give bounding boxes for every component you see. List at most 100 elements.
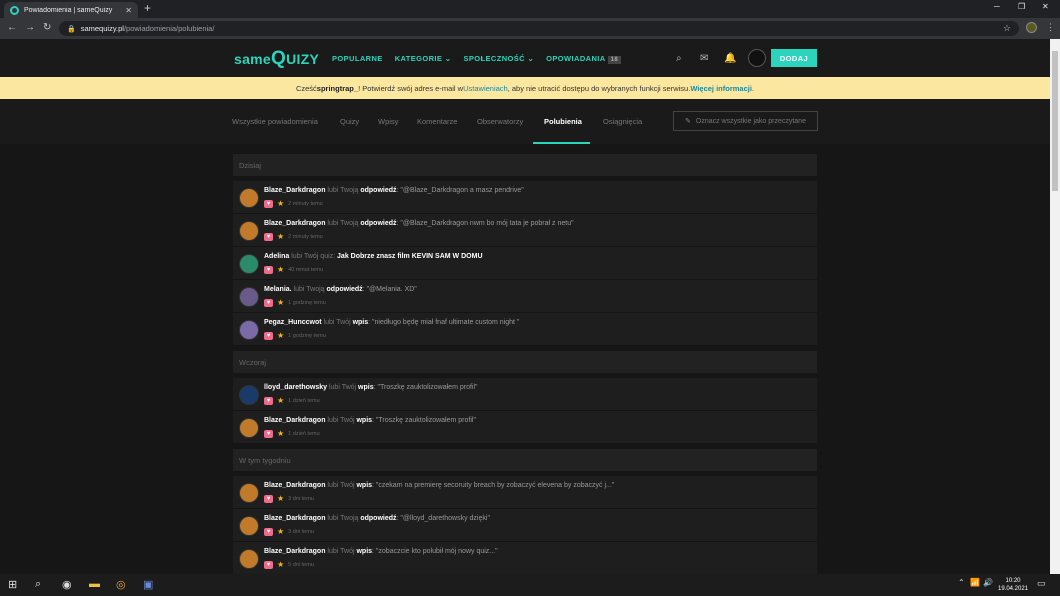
scrollbar-thumb[interactable] xyxy=(1052,51,1058,191)
user-avatar-icon[interactable] xyxy=(239,549,259,569)
close-tab-icon[interactable]: ✕ xyxy=(125,6,132,15)
site-logo[interactable]: sameQUIZY xyxy=(234,48,319,70)
section-header: Dzisiaj xyxy=(233,154,817,176)
notification-target[interactable]: wpis xyxy=(356,548,372,555)
page-scrollbar[interactable] xyxy=(1050,39,1060,574)
notification-row[interactable]: Adelina lubi Twój quiz: Jak Dobrze znasz… xyxy=(233,247,817,280)
tray-chevron-icon[interactable]: ⌃ xyxy=(958,578,965,587)
add-button[interactable]: DODAJ xyxy=(771,49,817,67)
taskbar-clock[interactable]: 10:20 19.04.2021 xyxy=(998,577,1028,593)
notification-user[interactable]: Blaze_Darkdragon xyxy=(264,187,325,194)
user-avatar-icon[interactable] xyxy=(239,385,259,405)
browser-toolbar: ← → ↻ 🔒 samequizy.pl /powiadomienia/polu… xyxy=(0,18,1060,39)
back-icon[interactable]: ← xyxy=(7,22,17,33)
restore-icon[interactable]: ❐ xyxy=(1018,2,1025,11)
user-avatar-icon[interactable] xyxy=(239,418,259,438)
tab-wpisy[interactable]: Wpisy xyxy=(378,117,398,126)
file-explorer-icon[interactable]: ▬ xyxy=(89,578,100,590)
notification-user[interactable]: Blaze_Darkdragon xyxy=(264,220,325,227)
notification-text: Melania. lubi Twoją odpowiedź: "@Melania… xyxy=(264,286,417,293)
notifications-icon[interactable]: ▭ xyxy=(1037,578,1046,589)
bell-icon[interactable]: 🔔 xyxy=(724,53,736,64)
user-avatar-icon[interactable] xyxy=(239,254,259,274)
tab-wszystkie[interactable]: Wszystkie powiadomienia xyxy=(232,117,318,126)
nav-kategorie[interactable]: KATEGORIE ⌄ xyxy=(395,54,452,63)
url-host: samequizy.pl xyxy=(80,24,124,33)
notifications-list: Dzisiaj Blaze_Darkdragon lubi Twoją odpo… xyxy=(233,154,817,575)
notification-row[interactable]: Melania. lubi Twoją odpowiedź: "@Melania… xyxy=(233,280,817,313)
notification-user[interactable]: Melania. xyxy=(264,286,292,293)
notification-target[interactable]: odpowiedź xyxy=(327,286,363,293)
user-avatar-icon[interactable] xyxy=(239,221,259,241)
address-bar[interactable]: 🔒 samequizy.pl /powiadomienia/polubienia… xyxy=(59,21,1019,36)
tab-obserwatorzy[interactable]: Obserwatorzy xyxy=(477,117,523,126)
tab-komentarze[interactable]: Komentarze xyxy=(417,117,457,126)
notification-text: Adelina lubi Twój quiz: Jak Dobrze znasz… xyxy=(264,253,483,260)
tab-osiagniecia[interactable]: Osiągnięcia xyxy=(603,117,642,126)
steam-icon[interactable]: ◉ xyxy=(62,578,72,591)
nav-spolecznosc[interactable]: SPOŁECZNOŚĆ ⌄ xyxy=(464,54,535,63)
notification-target[interactable]: wpis xyxy=(356,417,372,424)
minimize-icon[interactable]: ─ xyxy=(994,2,1000,11)
more-info-link[interactable]: Więcej informacji xyxy=(690,84,752,93)
mark-all-read-button[interactable]: ✎ Oznacz wszystkie jako przeczytane xyxy=(673,111,818,131)
settings-link[interactable]: Ustawieniach xyxy=(463,84,508,93)
notification-user[interactable]: lloyd_darethowsky xyxy=(264,384,327,391)
notification-row[interactable]: Blaze_Darkdragon lubi Twój wpis: "Troszk… xyxy=(233,411,817,444)
notification-text: Blaze_Darkdragon lubi Twoją odpowiedź: "… xyxy=(264,515,490,522)
close-window-icon[interactable]: ✕ xyxy=(1042,2,1049,11)
bookmark-star-icon[interactable]: ☆ xyxy=(1003,23,1011,34)
main-nav: POPULARNE KATEGORIE ⌄ SPOŁECZNOŚĆ ⌄ OPOW… xyxy=(332,54,622,64)
notification-target[interactable]: odpowiedź xyxy=(360,220,396,227)
notification-target[interactable]: wpis xyxy=(358,384,374,391)
notification-row[interactable]: Blaze_Darkdragon lubi Twój wpis: "czekam… xyxy=(233,476,817,509)
notification-target[interactable]: wpis xyxy=(356,482,372,489)
heart-icon: ♥ xyxy=(264,298,273,307)
new-tab-icon[interactable]: + xyxy=(144,1,151,15)
notification-target[interactable]: wpis xyxy=(353,319,369,326)
browser-menu-icon[interactable]: ⋮ xyxy=(1046,22,1055,33)
tab-polubienia[interactable]: Polubienia xyxy=(544,117,582,126)
mail-icon[interactable]: ✉ xyxy=(700,53,708,64)
site-favicon-icon xyxy=(10,5,19,15)
nav-popularne[interactable]: POPULARNE xyxy=(332,54,383,63)
forward-icon[interactable]: → xyxy=(25,22,35,33)
notification-user[interactable]: Blaze_Darkdragon xyxy=(264,515,325,522)
user-avatar[interactable] xyxy=(748,49,766,67)
volume-icon[interactable]: 🔊 xyxy=(983,578,993,587)
nav-opowiadania[interactable]: OPOWIADANIA 18 xyxy=(546,54,622,64)
windows-start-icon[interactable]: ⊞ xyxy=(8,578,17,591)
notification-target[interactable]: odpowiedź xyxy=(360,515,396,522)
search-icon[interactable]: ⌕ xyxy=(676,53,682,64)
teams-icon[interactable]: ▣ xyxy=(143,578,153,591)
notification-user[interactable]: Blaze_Darkdragon xyxy=(264,482,325,489)
notification-user[interactable]: Blaze_Darkdragon xyxy=(264,548,325,555)
notification-row[interactable]: Blaze_Darkdragon lubi Twoją odpowiedź: "… xyxy=(233,214,817,247)
notification-row[interactable]: Blaze_Darkdragon lubi Twoją odpowiedź: "… xyxy=(233,181,817,214)
chrome-icon[interactable]: ◎ xyxy=(116,578,126,591)
search-taskbar-icon[interactable]: ⌕ xyxy=(35,578,41,591)
browser-tab[interactable]: Powiadomienia | sameQuizy ✕ xyxy=(4,2,138,18)
user-avatar-icon[interactable] xyxy=(239,188,259,208)
tab-quizy[interactable]: Quizy xyxy=(340,117,359,126)
notification-row[interactable]: Blaze_Darkdragon lubi Twoją odpowiedź: "… xyxy=(233,509,817,542)
notification-row[interactable]: Blaze_Darkdragon lubi Twój wpis: "zobacz… xyxy=(233,542,817,575)
reload-icon[interactable]: ↻ xyxy=(43,22,51,33)
notification-user[interactable]: Adelina xyxy=(264,253,289,260)
notification-row[interactable]: Pegaz_Hunccwot lubi Twój wpis: "niedługo… xyxy=(233,313,817,346)
tab-title: Powiadomienia | sameQuizy xyxy=(24,6,113,14)
network-icon[interactable]: 📶 xyxy=(970,578,980,587)
user-avatar-icon[interactable] xyxy=(239,320,259,340)
notification-row[interactable]: lloyd_darethowsky lubi Twój wpis: "Trosz… xyxy=(233,378,817,411)
notification-target[interactable]: odpowiedź xyxy=(360,187,396,194)
user-avatar-icon[interactable] xyxy=(239,483,259,503)
notification-target[interactable]: Jak Dobrze znasz film KEVIN SAM W DOMU xyxy=(337,253,482,260)
notification-time: 1 dzień temu xyxy=(288,430,320,437)
active-tab-underline xyxy=(533,142,590,144)
user-avatar-icon[interactable] xyxy=(239,516,259,536)
extension-icon[interactable] xyxy=(1026,22,1037,33)
notification-user[interactable]: Blaze_Darkdragon xyxy=(264,417,325,424)
notification-user[interactable]: Pegaz_Hunccwot xyxy=(264,319,322,326)
user-avatar-icon[interactable] xyxy=(239,287,259,307)
heart-icon: ♥ xyxy=(264,560,273,569)
